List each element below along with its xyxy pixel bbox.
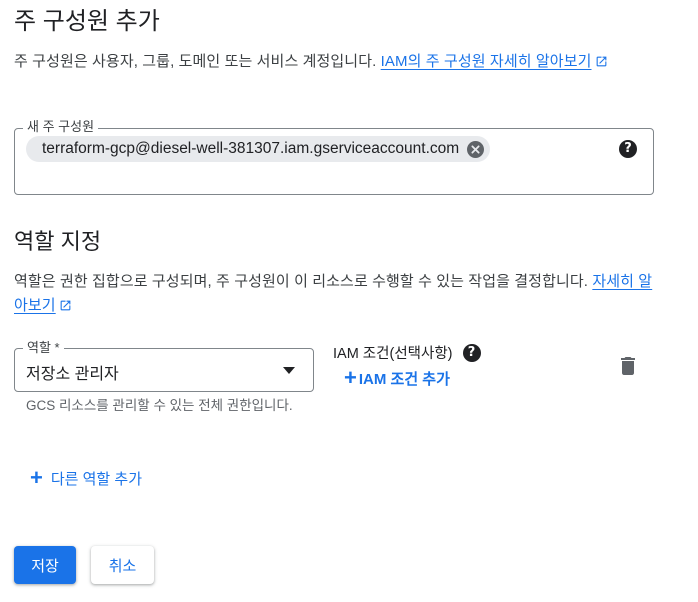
principal-description-text: 주 구성원은 사용자, 그룹, 도메인 또는 서비스 계정입니다. [14,53,381,70]
roles-description: 역할은 권한 집합으로 구성되며, 주 구성원이 이 리소스로 수행할 수 있는… [14,270,659,320]
add-iam-condition-button[interactable]: + IAM 조건 추가 [344,367,450,389]
chip-remove-icon[interactable] [467,140,485,158]
principal-chip[interactable]: terraform-gcp@diesel-well-381307.iam.gse… [26,136,491,162]
page-title: 주 구성원 추가 [14,8,160,35]
iam-condition-label-text: IAM 조건(선택사항) [333,346,453,362]
external-link-icon [595,52,608,76]
role-select-value: 저장소 관리자 [26,366,119,383]
help-icon[interactable]: ? [462,343,481,362]
role-select[interactable]: 역할 * 저장소 관리자 [14,340,314,392]
plus-icon: + [30,465,43,490]
assign-roles-title: 역할 지정 [14,229,102,254]
new-principals-label: 새 주 구성원 [23,119,99,135]
iam-principal-learn-more-link[interactable]: IAM의 주 구성원 자세히 알아보기 [381,53,608,70]
help-icon[interactable]: ? [619,140,637,158]
external-link-icon [59,296,72,320]
roles-description-text: 역할은 권한 집합으로 구성되며, 주 구성원이 이 리소스로 수행할 수 있는… [14,273,593,290]
role-hint: GCS 리소스를 관리할 수 있는 전체 권한입니다. [26,398,293,413]
save-button[interactable]: 저장 [14,546,76,584]
plus-icon: + [344,365,357,390]
add-iam-condition-text: IAM 조건 추가 [358,370,450,388]
delete-role-button[interactable] [616,354,640,378]
dropdown-arrow-icon[interactable] [283,367,295,374]
iam-principal-learn-more-text: IAM의 주 구성원 자세히 알아보기 [380,53,592,70]
delete-icon [621,357,635,375]
role-select-label: 역할 * [23,340,64,356]
principal-description: 주 구성원은 사용자, 그룹, 도메인 또는 서비스 계정입니다. IAM의 주… [14,50,659,76]
new-principals-field[interactable]: 새 주 구성원 terraform-gcp@diesel-well-381307… [14,119,654,195]
add-another-role-button[interactable]: + 다른 역할 추가 [30,467,142,489]
principal-chip-text: terraform-gcp@diesel-well-381307.iam.gse… [42,140,460,157]
iam-condition-label: IAM 조건(선택사항) ? [333,342,481,363]
add-another-role-text: 다른 역할 추가 [50,470,142,488]
cancel-button[interactable]: 취소 [91,546,154,584]
